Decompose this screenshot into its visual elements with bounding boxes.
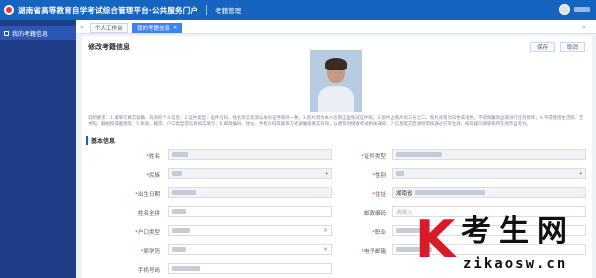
- avatar[interactable]: [559, 4, 570, 15]
- sidebar-item-label: 我的考籍信息: [12, 30, 49, 38]
- page-title: 修改考籍信息: [88, 43, 130, 51]
- address-field[interactable]: 湖南省: [392, 187, 586, 198]
- gender-label: *性别: [372, 173, 386, 179]
- fullname-input[interactable]: [168, 206, 332, 217]
- chevron-down-icon: ▾: [325, 170, 328, 177]
- chevron-down-icon: ▾: [579, 170, 582, 177]
- birth-date-label: *出生日期: [135, 192, 160, 198]
- tab-my-records[interactable]: 我的考籍信息 ✕: [132, 23, 183, 33]
- tab-bar: « 个人工作台 我的考籍信息 ✕ »: [76, 20, 596, 34]
- hukou-type-label: *户口类型: [135, 230, 160, 236]
- watermark-logo: K 考生网 zikaosw.cn: [415, 212, 596, 278]
- occupation-label: *职业: [372, 230, 386, 236]
- close-icon[interactable]: ✕: [173, 25, 177, 31]
- id-photo[interactable]: [310, 50, 362, 112]
- menu-item-exam-records[interactable]: 考籍管理: [215, 5, 241, 15]
- postal-code-label: 邮政编码: [363, 211, 386, 217]
- photo-hair: [325, 58, 347, 70]
- id-type-label: *证件类型: [361, 154, 386, 160]
- education-label: *原学历: [140, 249, 160, 255]
- id-type-field[interactable]: [392, 149, 586, 160]
- watermark-k-logo: K: [415, 210, 456, 270]
- top-bar: 湖南省高等教育自学考试综合管理平台·公共服务门户 考籍管理: [0, 0, 596, 20]
- cancel-button[interactable]: 取消: [560, 42, 586, 52]
- tab-scroll-right-icon[interactable]: »: [582, 24, 586, 31]
- tab-workbench[interactable]: 个人工作台: [90, 23, 128, 33]
- phone-label: 手机号码: [137, 268, 160, 274]
- tab-label: 我的考籍信息: [137, 26, 171, 32]
- site-title: 湖南省高等教育自学考试综合管理平台·公共服务门户: [18, 5, 199, 15]
- address-label: *住址: [372, 192, 386, 198]
- fullname-label: 姓名全拼: [137, 211, 160, 217]
- gender-select[interactable]: ▾: [392, 168, 586, 179]
- notice-text: 说明要求：1.请填写真实准确、有效的个人信息；2.证件类型、证件号码、姓名等信息…: [88, 116, 584, 128]
- ethnicity-select[interactable]: ▾: [168, 168, 332, 179]
- hukou-type-select[interactable]: ×: [168, 225, 332, 236]
- name-field[interactable]: [168, 149, 332, 160]
- tab-scroll-left-icon[interactable]: «: [80, 24, 84, 31]
- clear-icon[interactable]: ×: [323, 227, 328, 234]
- email-label: *电子邮箱: [361, 249, 386, 255]
- name-label: *姓名: [146, 154, 160, 160]
- sidebar: 我的考籍信息: [0, 20, 76, 278]
- save-button[interactable]: 保存: [530, 42, 556, 52]
- site-logo: [4, 5, 14, 15]
- birth-date-field[interactable]: [168, 187, 332, 198]
- header-divider: [206, 5, 208, 15]
- document-icon: [4, 30, 9, 36]
- tab-label: 个人工作台: [95, 26, 123, 32]
- education-select[interactable]: ×: [168, 244, 332, 255]
- user-name-redacted: [574, 7, 590, 12]
- watermark-text: 考生网: [461, 214, 575, 249]
- photo-body: [318, 86, 354, 112]
- section-title: 基本信息: [86, 136, 115, 145]
- clear-icon[interactable]: ×: [323, 246, 328, 253]
- ethnicity-label: *民族: [146, 173, 160, 179]
- phone-input[interactable]: [168, 263, 332, 274]
- watermark-url: zikaosw.cn: [463, 256, 568, 272]
- sidebar-item-my-records[interactable]: 我的考籍信息: [0, 26, 76, 40]
- user-menu[interactable]: [559, 4, 590, 15]
